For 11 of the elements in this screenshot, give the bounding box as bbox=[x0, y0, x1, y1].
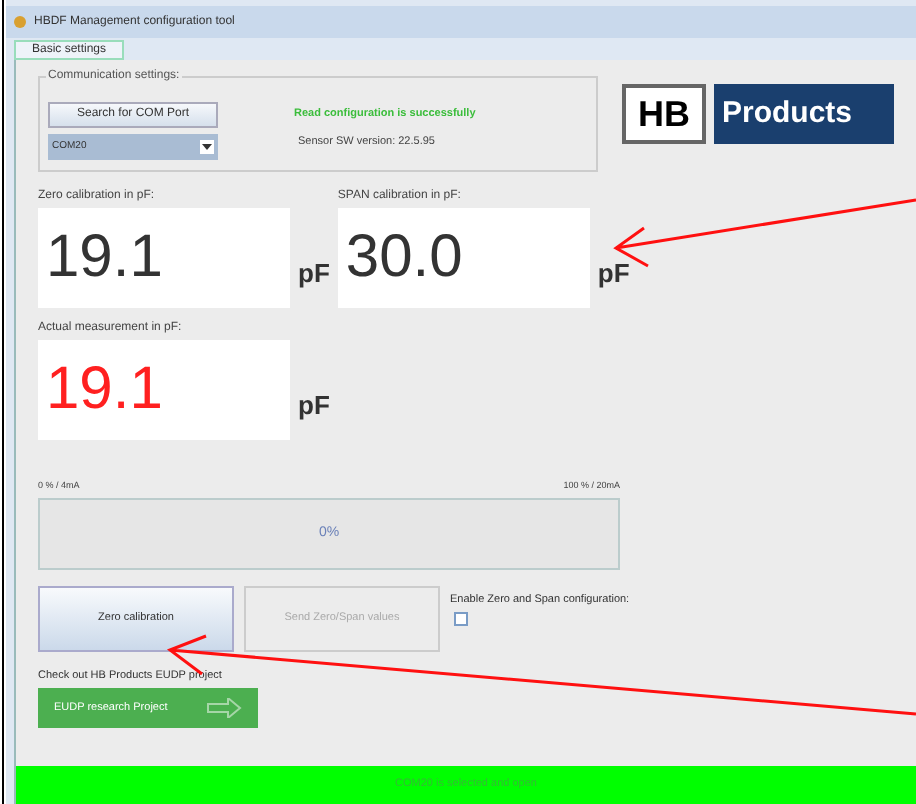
unit-label: pF bbox=[298, 255, 330, 292]
logo: HB Products bbox=[622, 84, 894, 144]
app-icon bbox=[14, 16, 26, 28]
value-field[interactable]: 19.1 bbox=[38, 208, 290, 308]
unit-label: pF bbox=[597, 255, 630, 292]
value-field[interactable]: 19.1 bbox=[38, 340, 290, 440]
enable-checkbox[interactable] bbox=[454, 612, 468, 626]
arrow-icon bbox=[206, 698, 242, 718]
unit-label: pF bbox=[298, 387, 330, 424]
value-field[interactable]: 30.0 bbox=[337, 208, 590, 308]
caret-icon bbox=[200, 140, 214, 154]
